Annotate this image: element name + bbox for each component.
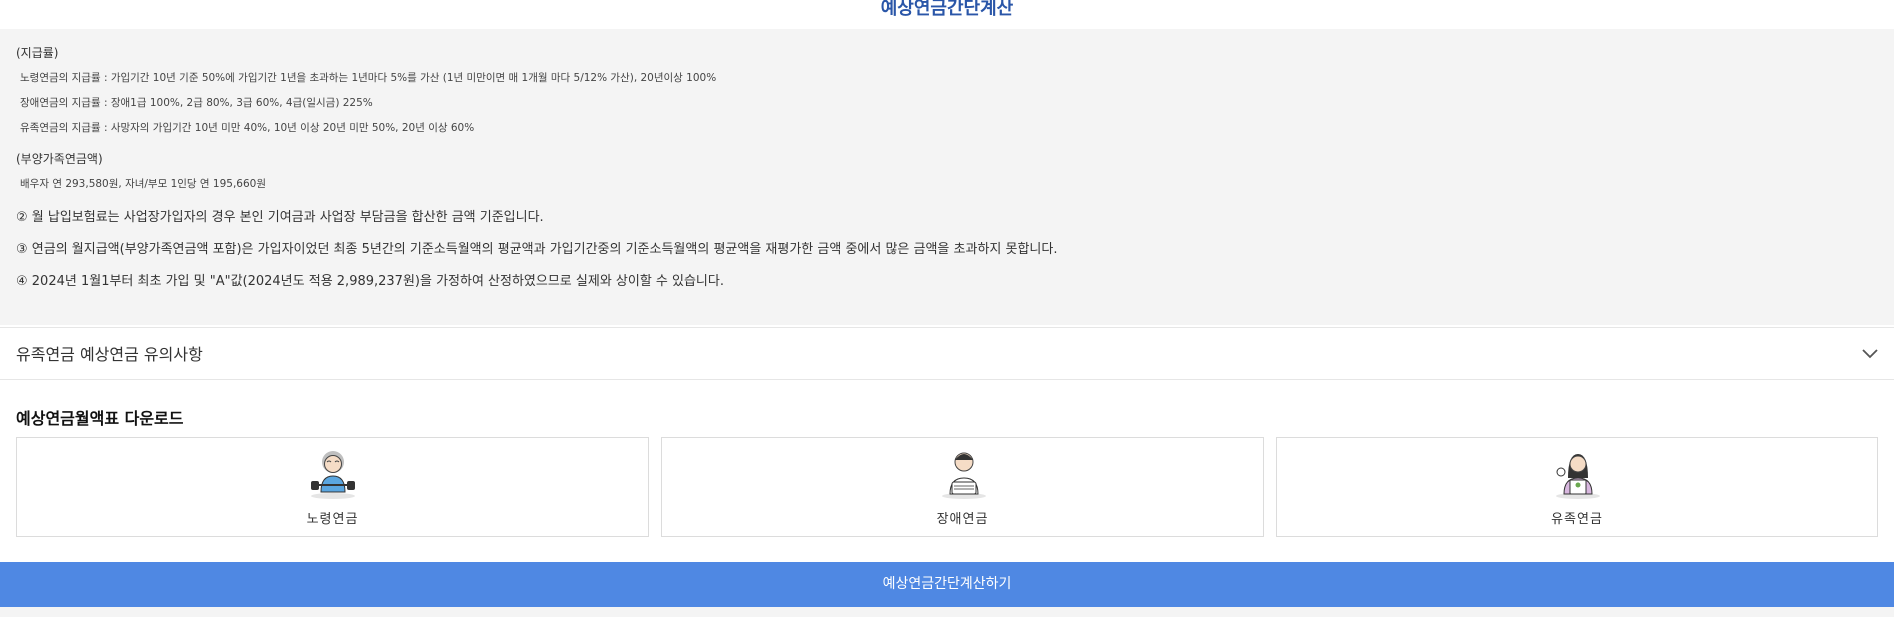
download-old-age-card[interactable]: 노령연금 (16, 437, 649, 537)
footer-strip (0, 607, 1894, 617)
download-disability-card[interactable]: 장애연금 (661, 437, 1264, 537)
dependent-heading: (부양가족연금액) (16, 152, 103, 166)
calculate-button[interactable]: 예상연금간단계산하기 (0, 562, 1894, 607)
disabled-person-icon (942, 452, 986, 499)
notice-box: (지급률) 노령연금의 지급률 : 가입기간 10년 기준 50%에 가입기간 … (0, 29, 1894, 325)
dependent-amount-text: 배우자 연 293,580원, 자녀/부모 1인당 연 195,660원 (20, 178, 267, 190)
disability-card-label: 장애연금 (936, 512, 989, 527)
old-age-card-label: 노령연금 (306, 512, 359, 527)
accordion-label: 유족연금 예상연금 유의사항 (16, 345, 203, 364)
download-section-title: 예상연금월액표 다운로드 (16, 409, 184, 428)
note-3: ③ 연금의 월지급액(부양가족연금액 포함)은 가입자이었던 최종 5년간의 기… (16, 242, 1058, 257)
old-age-rate-text: 노령연금의 지급률 : 가입기간 10년 기준 50%에 가입기간 1년을 초과… (20, 72, 717, 84)
survivor-card-label: 유족연금 (1551, 512, 1603, 527)
page-title: 예상연금간단계산 (880, 0, 1014, 19)
survivor-rate-text: 유족연금의 지급률 : 사망자의 가입기간 10년 미만 40%, 10년 이상… (20, 122, 475, 134)
survivor-family-icon (1556, 454, 1600, 499)
chevron-down-icon[interactable] (1860, 343, 1880, 363)
note-4: ④ 2024년 1월1부터 최초 가입 및 "A"값(2024년도 적용 2,9… (16, 274, 724, 289)
note-2: ② 월 납입보험료는 사업장가입자의 경우 본인 기여금과 사업장 부담금을 합… (16, 210, 544, 225)
survivor-notice-accordion[interactable]: 유족연금 예상연금 유의사항 (0, 327, 1894, 380)
download-survivor-card[interactable]: 유족연금 (1276, 437, 1878, 537)
elderly-person-icon (311, 451, 355, 499)
payment-rate-heading: (지급률) (16, 46, 59, 60)
disability-rate-text: 장애연금의 지급률 : 장애1급 100%, 2급 80%, 3급 60%, 4… (20, 97, 373, 109)
